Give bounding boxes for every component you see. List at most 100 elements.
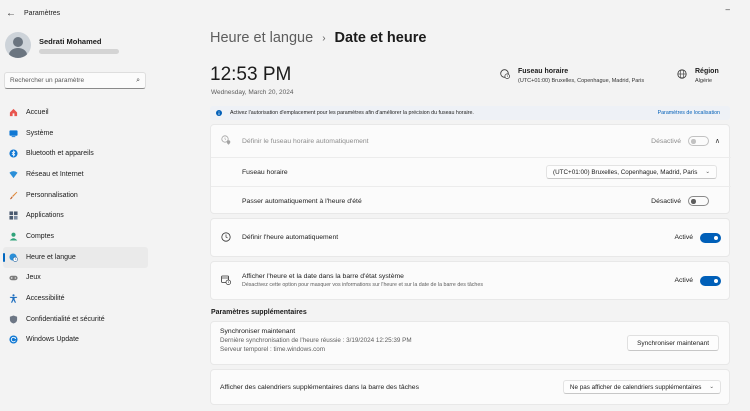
globe-clock-icon [500, 69, 510, 84]
calendars-card: Afficher des calendriers supplémentaires… [210, 369, 730, 405]
sidebar-item-label: Personnalisation [26, 191, 78, 199]
auto-time-state: Activé [674, 234, 693, 241]
brush-icon [8, 190, 18, 200]
auto-time-toggle[interactable] [700, 232, 721, 243]
app-title: Paramètres [24, 9, 61, 17]
timezone-selected: (UTC+01:00) Bruxelles, Copenhague, Madri… [553, 168, 698, 176]
sidebar-item-label: Confidentialité et sécurité [26, 315, 105, 323]
sidebar-item-comptes[interactable]: Comptes [3, 226, 148, 247]
calendar-clock-icon [221, 275, 231, 287]
avatar [5, 32, 31, 58]
search-icon[interactable]: ⌕ [136, 77, 140, 85]
auto-timezone-card: Définir le fuseau horaire automatiquemen… [210, 124, 731, 215]
location-clock-icon [221, 135, 231, 147]
sidebar-item-label: Système [26, 129, 54, 137]
sidebar-item-label: Jeux [26, 274, 41, 282]
sync-title: Synchroniser maintenant [220, 328, 296, 335]
dst-row[interactable]: Passer automatiquement à l'heure d'été D… [211, 187, 731, 215]
sync-last: Dernière synchronisation de l'heure réus… [220, 337, 412, 344]
sync-now-button[interactable]: Synchroniser maintenant [627, 335, 719, 351]
sync-card: Synchroniser maintenant Dernière synchro… [210, 321, 730, 365]
systray-toggle[interactable] [700, 275, 721, 286]
sidebar-item-label: Applications [26, 212, 64, 220]
sidebar-item-applications[interactable]: Applications [3, 205, 148, 226]
sidebar-item-personnalisation[interactable]: Personnalisation [3, 185, 148, 206]
timezone-summary: Fuseau horaire (UTC+01:00) Bruxelles, Co… [500, 68, 644, 84]
globe-clock-icon [8, 252, 18, 262]
sidebar-item-accessibilite[interactable]: Accessibilité [3, 288, 148, 309]
calendars-selected: Ne pas afficher de calendriers supplémen… [569, 383, 702, 391]
systray-state: Activé [674, 277, 693, 284]
info-icon: i [216, 110, 222, 116]
breadcrumb-parent[interactable]: Heure et langue [210, 30, 313, 46]
apps-icon [8, 211, 18, 221]
globe-icon [677, 69, 687, 84]
sidebar-item-label: Accueil [26, 108, 49, 116]
home-icon [8, 107, 18, 117]
accessibility-icon [8, 294, 18, 304]
sidebar-item-label: Heure et langue [26, 253, 76, 261]
location-settings-link[interactable]: Paramètres de localisation [658, 110, 720, 116]
sidebar-item-heure-et-langue[interactable]: Heure et langue [3, 246, 148, 268]
auto-time-label: Définir l'heure automatiquement [242, 234, 339, 241]
update-icon [8, 335, 18, 345]
systray-card: Afficher l'heure et la date dans la barr… [210, 261, 730, 300]
chevron-down-icon: ⌄ [705, 169, 710, 175]
systray-description: Désactivez cette option pour masquer vos… [242, 282, 483, 288]
sidebar: Sedrati Mohamed ⌕ Accueil Système Blueto… [0, 26, 152, 411]
auto-time-row[interactable]: Définir l'heure automatiquement Activé [211, 219, 731, 256]
sidebar-item-windows-update[interactable]: Windows Update [3, 330, 148, 351]
systray-label: Afficher l'heure et la date dans la barr… [242, 273, 404, 280]
profile[interactable]: Sedrati Mohamed [5, 32, 119, 58]
search-input[interactable] [10, 77, 137, 84]
location-info-bar: i Activez l'autorisation d'emplacement p… [210, 106, 730, 120]
sidebar-item-reseau[interactable]: Réseau et Internet [3, 164, 148, 185]
calendars-row: Afficher des calendriers supplémentaires… [211, 370, 731, 404]
back-arrow-icon[interactable]: ← [0, 8, 22, 19]
title-bar: ← Paramètres – [0, 0, 750, 26]
minimize-icon[interactable]: – [726, 5, 730, 14]
sidebar-item-jeux[interactable]: Jeux [3, 268, 148, 289]
sidebar-item-confidentialite[interactable]: Confidentialité et sécurité [3, 309, 148, 330]
auto-timezone-toggle[interactable] [688, 136, 709, 146]
chevron-up-icon[interactable]: ∧ [715, 137, 720, 145]
region-summary: Région Algérie [677, 68, 719, 84]
calendars-label: Afficher des calendriers supplémentaires… [220, 383, 419, 391]
dst-toggle[interactable] [688, 196, 709, 206]
gamepad-icon [8, 273, 18, 283]
additional-settings-title: Paramètres supplémentaires [211, 309, 307, 316]
dst-state: Désactivé [651, 197, 681, 205]
search-box[interactable]: ⌕ [4, 72, 146, 89]
sidebar-item-label: Réseau et Internet [26, 170, 84, 178]
monitor-icon [8, 128, 18, 138]
breadcrumb: Heure et langue › Date et heure [210, 30, 426, 46]
timezone-row: Fuseau horaire (UTC+01:00) Bruxelles, Co… [211, 158, 731, 186]
sync-info: Synchroniser maintenant Dernière synchro… [220, 328, 412, 353]
region-title: Région [695, 68, 719, 75]
region-value: Algérie [695, 78, 713, 84]
sidebar-item-bluetooth[interactable]: Bluetooth et appareils [3, 143, 148, 164]
auto-timezone-label: Définir le fuseau horaire automatiquemen… [242, 137, 369, 145]
account-icon [8, 231, 18, 241]
timezone-value: (UTC+01:00) Bruxelles, Copenhague, Madri… [518, 78, 645, 84]
shield-icon [8, 314, 18, 324]
profile-name: Sedrati Mohamed [39, 36, 102, 46]
clock-icon [221, 231, 231, 244]
sidebar-item-accueil[interactable]: Accueil [3, 102, 148, 123]
auto-time-card: Définir l'heure automatiquement Activé [210, 218, 730, 257]
current-date: Wednesday, March 20, 2024 [211, 89, 294, 96]
profile-email-redacted [39, 48, 119, 54]
calendars-select[interactable]: Ne pas afficher de calendriers supplémen… [562, 380, 721, 394]
sidebar-item-label: Comptes [26, 232, 55, 240]
wifi-icon [8, 169, 18, 179]
dst-label: Passer automatiquement à l'heure d'été [242, 197, 362, 205]
sidebar-item-label: Windows Update [26, 336, 79, 344]
systray-row[interactable]: Afficher l'heure et la date dans la barr… [211, 262, 731, 299]
auto-timezone-row[interactable]: Définir le fuseau horaire automatiquemen… [211, 125, 731, 157]
timezone-row-label: Fuseau horaire [242, 168, 288, 176]
auto-timezone-state: Désactivé [651, 137, 681, 145]
sync-server: Serveur temporel : time.windows.com [220, 346, 325, 353]
breadcrumb-separator: › [322, 32, 326, 44]
timezone-select[interactable]: (UTC+01:00) Bruxelles, Copenhague, Madri… [546, 165, 717, 179]
sidebar-item-systeme[interactable]: Système [3, 123, 148, 144]
